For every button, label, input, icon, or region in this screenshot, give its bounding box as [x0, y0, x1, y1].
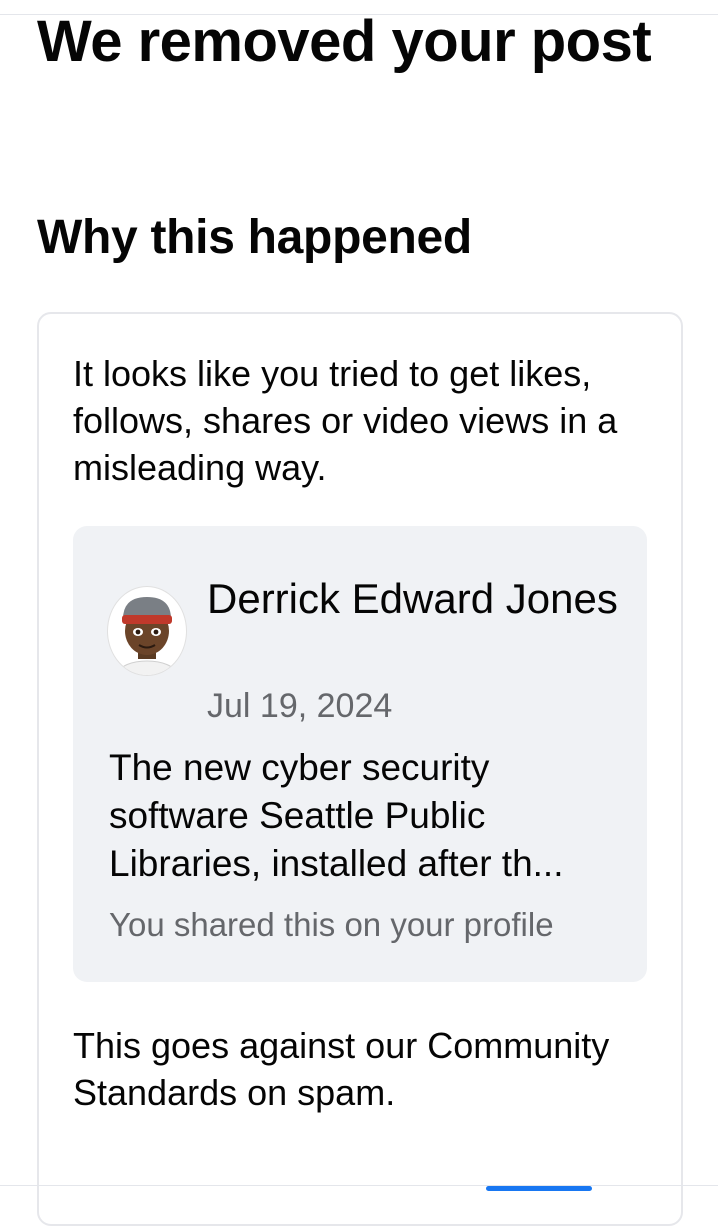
reason-card: It looks like you tried to get likes, fo…: [37, 312, 683, 1226]
policy-explanation: This goes against our Community Standard…: [73, 1025, 610, 1113]
share-note: You shared this on your profile: [109, 906, 554, 943]
post-date: Jul 19, 2024: [207, 687, 393, 725]
section-title: Why this happened: [37, 211, 472, 264]
avatar-illustration: [118, 597, 176, 675]
post-preview[interactable]: Derrick Edward Jones Jul 19, 2024 The ne…: [73, 526, 647, 982]
page-title: We removed your post: [37, 9, 652, 74]
reason-explanation: It looks like you tried to get likes, fo…: [73, 353, 618, 488]
scroll-indicator: [486, 1186, 592, 1191]
avatar: [107, 586, 187, 676]
bottom-divider: [0, 1185, 718, 1186]
post-author-name: Derrick Edward Jones: [207, 575, 618, 622]
post-snippet: The new cyber security software Seattle …: [109, 747, 564, 884]
